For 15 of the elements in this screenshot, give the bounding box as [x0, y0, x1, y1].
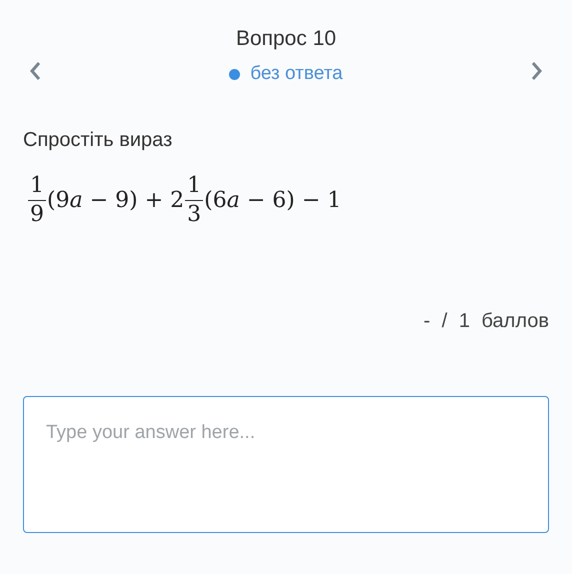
- math-expression: (9: [47, 186, 70, 214]
- status-label: без ответа: [250, 62, 343, 86]
- math-expression: (6: [204, 186, 227, 214]
- math-variable: a: [226, 186, 240, 214]
- math-expression: − 6) − 1: [246, 186, 342, 214]
- fraction: 1 9: [28, 174, 46, 226]
- chevron-right-icon: [530, 60, 544, 82]
- fraction: 1 3: [185, 174, 204, 226]
- question-prompt: Спростіть вираз: [23, 128, 174, 152]
- chevron-left-icon: [28, 60, 42, 82]
- answer-field[interactable]: Type your answer here...: [23, 396, 549, 532]
- question-title: Вопрос 10: [236, 26, 336, 52]
- math-expression: − 9) + 2: [88, 186, 184, 214]
- math-variable: a: [70, 186, 83, 214]
- score-label: - / 1 баллов: [424, 308, 549, 334]
